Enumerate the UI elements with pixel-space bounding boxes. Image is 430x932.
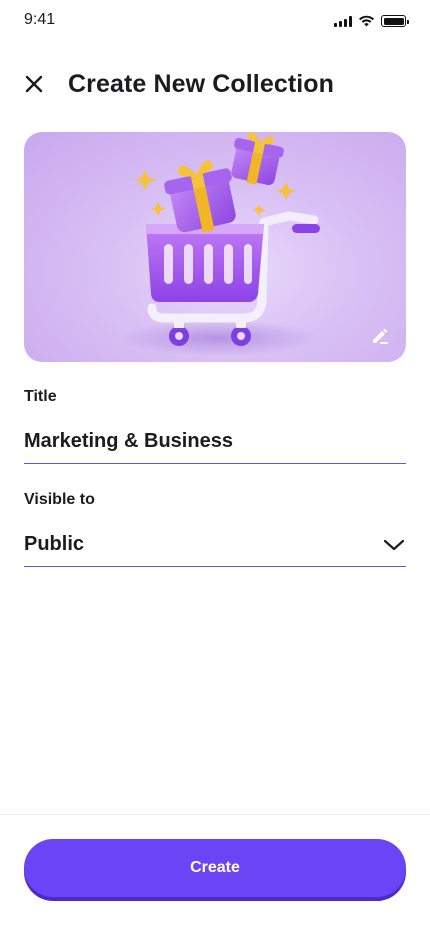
visibility-label: Visible to [24,491,95,508]
cellular-signal-icon [334,15,352,27]
collection-cover-image[interactable] [24,132,406,362]
status-icons [334,15,409,27]
pencil-edit-icon [373,328,388,344]
title-input[interactable] [24,430,406,453]
header: Create New Collection [24,60,406,108]
page-title: Create New Collection [68,69,335,98]
shopping-cart-illustration [119,132,320,356]
chevron-down-icon [382,533,406,557]
status-bar: 9:41 [0,0,430,44]
visibility-value: Public [24,533,85,555]
edit-cover-button[interactable] [368,324,392,348]
create-collection-screen: 9:41 Create New Collection Title Marketi… [0,0,430,932]
status-time: 9:41 [24,11,56,28]
create-button[interactable]: Create [24,839,406,897]
title-label: Title [24,388,57,405]
title-field[interactable] [24,420,406,464]
battery-icon [381,15,409,27]
wifi-icon [359,15,374,27]
close-icon [25,75,43,93]
footer: Create [0,814,430,932]
close-button[interactable] [24,70,52,98]
visibility-select[interactable]: Public [24,523,406,567]
